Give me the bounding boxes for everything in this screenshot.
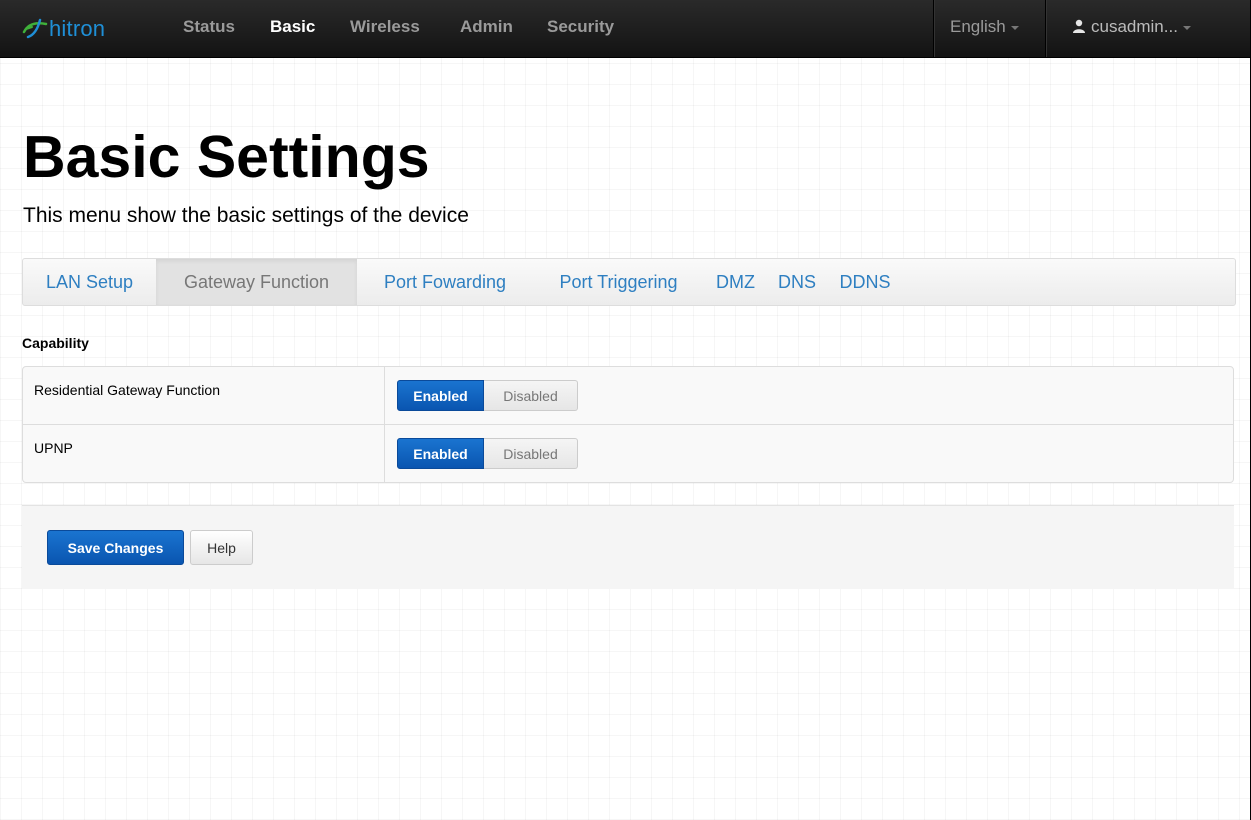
save-changes-button[interactable]: Save Changes [47, 530, 184, 565]
nav-wireless[interactable]: Wireless [350, 17, 420, 37]
tab-dmz[interactable]: DMZ [704, 259, 767, 305]
chevron-down-icon [1182, 25, 1191, 30]
top-navbar: hitron Status Basic Wireless Admin Secur… [0, 0, 1251, 58]
page-title: Basic Settings [23, 124, 430, 190]
tab-port-triggering[interactable]: Port Triggering [533, 259, 704, 305]
page-subtitle: This menu show the basic settings of the… [23, 204, 469, 227]
language-label: English [950, 17, 1006, 36]
tab-ddns[interactable]: DDNS [827, 259, 903, 305]
capability-table: Residential Gateway Function Enabled Dis… [22, 366, 1234, 483]
tab-gateway-function[interactable]: Gateway Function [156, 259, 357, 305]
nav-divider [1045, 0, 1047, 57]
row-label: Residential Gateway Function [34, 382, 220, 398]
form-actions: Save Changes Help [22, 505, 1234, 589]
nav-basic[interactable]: Basic [270, 17, 315, 37]
disabled-button[interactable]: Disabled [484, 438, 578, 469]
settings-tabs: LAN Setup Gateway Function Port Fowardin… [22, 258, 1236, 306]
cell-divider [384, 425, 385, 482]
tab-port-fowarding[interactable]: Port Fowarding [357, 259, 533, 305]
upnp-toggle: Enabled Disabled [397, 438, 578, 469]
logo-swirl-icon [22, 18, 48, 39]
nav-security[interactable]: Security [547, 17, 614, 37]
help-button[interactable]: Help [190, 530, 253, 565]
user-dropdown[interactable]: cusadmin... [1073, 17, 1191, 37]
hitron-logo[interactable]: hitron [22, 13, 105, 45]
residential-gateway-toggle: Enabled Disabled [397, 380, 578, 411]
table-row: UPNP Enabled Disabled [23, 424, 1233, 482]
nav-admin[interactable]: Admin [460, 17, 513, 37]
row-label: UPNP [34, 440, 73, 456]
capability-section-label: Capability [22, 335, 89, 351]
nav-status[interactable]: Status [183, 17, 235, 37]
nav-divider [933, 0, 935, 57]
enabled-button[interactable]: Enabled [397, 438, 484, 469]
logo-text: hitron [49, 16, 106, 41]
language-dropdown[interactable]: English [950, 17, 1019, 37]
enabled-button[interactable]: Enabled [397, 380, 484, 411]
user-name: cusadmin... [1091, 17, 1178, 36]
tab-dns[interactable]: DNS [767, 259, 827, 305]
chevron-down-icon [1010, 25, 1019, 30]
table-row: Residential Gateway Function Enabled Dis… [23, 367, 1233, 424]
cell-divider [384, 367, 385, 424]
disabled-button[interactable]: Disabled [484, 380, 578, 411]
user-icon [1073, 19, 1085, 33]
tab-lan-setup[interactable]: LAN Setup [23, 259, 156, 305]
